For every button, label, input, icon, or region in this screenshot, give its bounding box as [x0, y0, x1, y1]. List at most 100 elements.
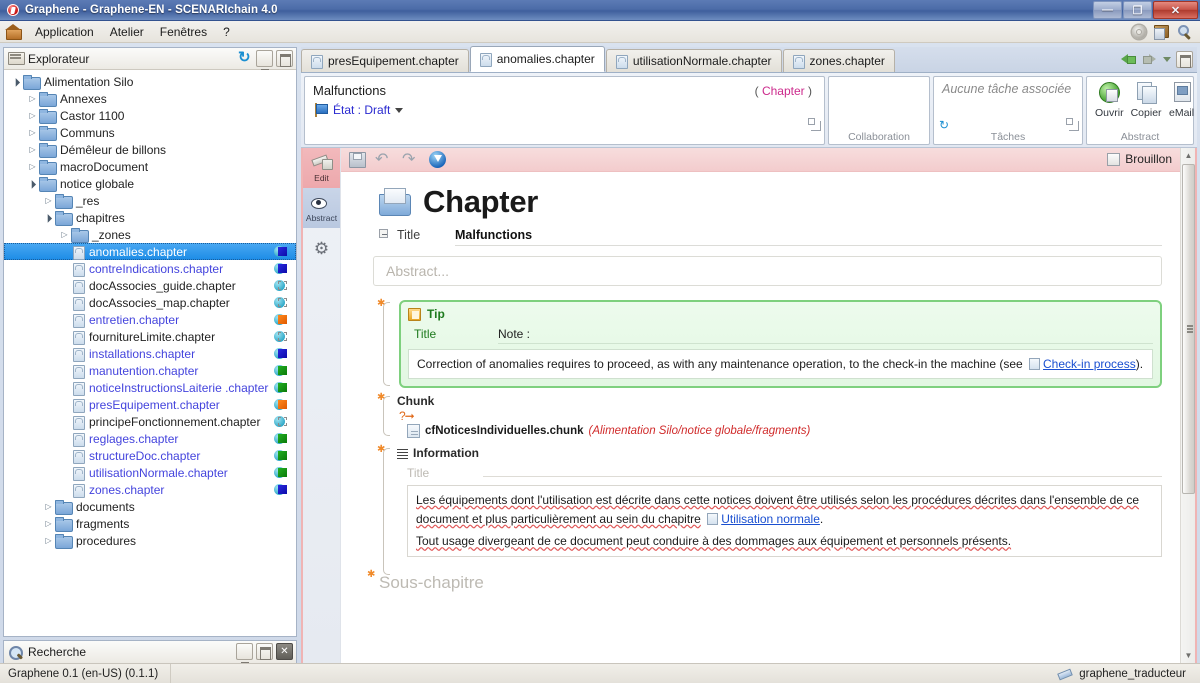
expand-corner-button[interactable] [808, 118, 821, 131]
forward-arrow-icon[interactable] [1140, 50, 1158, 68]
tab-settings[interactable] [303, 228, 340, 268]
chevron-down-icon[interactable] [10, 73, 23, 90]
chevron-right-icon[interactable] [42, 532, 55, 549]
editor-tab-bar[interactable]: presEquipement.chapter anomalies.chapter u… [301, 46, 1197, 73]
save-icon[interactable] [349, 152, 366, 168]
copy-action[interactable]: Copier [1131, 81, 1162, 119]
tree-file-row[interactable]: manutention.chapter [4, 362, 296, 379]
redo-icon[interactable] [402, 149, 419, 169]
tree-file-row[interactable]: installations.chapter [4, 345, 296, 362]
back-arrow-icon[interactable] [1119, 50, 1137, 68]
tree-file-row[interactable]: utilisationNormale.chapter [4, 464, 296, 481]
tree-file-row[interactable]: noticeInstructionsLaiterie .chapter [4, 379, 296, 396]
menu-item-atelier[interactable]: Atelier [102, 23, 152, 41]
chevron-right-icon[interactable] [26, 107, 39, 124]
chevron-right-icon[interactable] [26, 124, 39, 141]
chevron-right-icon[interactable] [58, 226, 71, 243]
tree-file-row[interactable]: fournitureLimite.chapter [4, 328, 296, 345]
tree-folder-row[interactable]: notice globale [4, 175, 296, 192]
menu-item-help[interactable]: ? [215, 23, 238, 41]
tip-container[interactable]: Tip Title Note : Correction of anomalies… [399, 300, 1162, 388]
utilisation-normale-link[interactable]: Utilisation normale [721, 512, 820, 526]
tab-edit[interactable]: Edit [303, 148, 340, 188]
menu-item-application[interactable]: Application [27, 23, 102, 41]
subchapter-placeholder-row[interactable]: ✱ Sous-chapitre [367, 569, 1162, 593]
state-row[interactable]: État : Draft [313, 103, 816, 117]
checkbox-box[interactable] [1107, 152, 1121, 166]
email-action[interactable]: eMail [1169, 81, 1195, 119]
undo-icon[interactable] [375, 149, 392, 169]
tab-abstract[interactable]: Abstract [303, 188, 340, 228]
maximize-icon[interactable] [276, 50, 293, 67]
chevron-right-icon[interactable] [26, 158, 39, 175]
editor-tab[interactable]: presEquipement.chapter [301, 49, 469, 72]
tip-body[interactable]: Correction of anomalies requires to proc… [408, 349, 1153, 379]
tree-folder-row[interactable]: _res [4, 192, 296, 209]
draft-checkbox[interactable]: Brouillon [1107, 152, 1172, 166]
editor-tab[interactable]: zones.chapter [782, 49, 895, 72]
search-icon[interactable] [1175, 23, 1194, 41]
minimize-button[interactable]: — [1093, 1, 1122, 19]
tree-file-row[interactable]: entretien.chapter [4, 311, 296, 328]
tree-folder-row[interactable]: Alimentation Silo [4, 73, 296, 90]
restore-button[interactable]: ❐ [1123, 1, 1152, 19]
chunk-reference-row[interactable]: cfNoticesIndividuelles.chunk (Alimentati… [407, 424, 1162, 438]
state-label[interactable]: État : Draft [333, 103, 390, 117]
title-field-value[interactable]: Malfunctions [455, 228, 1162, 246]
chevron-down-icon[interactable] [42, 209, 55, 226]
scroll-down-icon[interactable]: ▼ [1181, 648, 1196, 663]
chevron-right-icon[interactable] [42, 515, 55, 532]
tree-folder-row[interactable]: _zones [4, 226, 296, 243]
editor-tab[interactable]: utilisationNormale.chapter [605, 49, 782, 72]
window-controls[interactable]: — ❐ ✕ [1093, 1, 1198, 19]
tree-file-row[interactable]: structureDoc.chapter [4, 447, 296, 464]
tree-folder-row[interactable]: macroDocument [4, 158, 296, 175]
tree-folder-row[interactable]: Annexes [4, 90, 296, 107]
minimize-icon[interactable] [256, 50, 273, 70]
tree-file-row[interactable]: presEquipement.chapter [4, 396, 296, 413]
tree-file-row[interactable]: principeFonctionnement.chapter [4, 413, 296, 430]
chevron-down-icon[interactable] [26, 175, 39, 192]
tree-folder-row[interactable]: procedures [4, 532, 296, 549]
check-in-process-link[interactable]: Check-in process [1043, 357, 1136, 371]
tree-file-row[interactable]: docAssocies_guide.chapter [4, 277, 296, 294]
editor-vertical-scrollbar[interactable]: ▲ ▼ [1180, 148, 1195, 663]
tree-folder-row[interactable]: chapitres [4, 209, 296, 226]
refresh-icon[interactable] [238, 48, 253, 66]
information-body[interactable]: Les équipements dont l'utilisation est d… [407, 485, 1162, 557]
home-icon[interactable] [5, 24, 22, 40]
close-icon[interactable] [276, 643, 293, 660]
tip-title-value[interactable]: Note : [498, 327, 1153, 344]
maximize-icon[interactable] [256, 643, 273, 660]
close-button[interactable]: ✕ [1153, 1, 1198, 19]
expand-corner-button[interactable] [1066, 118, 1079, 131]
collapse-toggle-icon[interactable] [379, 229, 388, 238]
chevron-down-icon[interactable] [1161, 50, 1173, 68]
info-icon[interactable] [429, 151, 446, 168]
tree-folder-row[interactable]: Démêleur de billons [4, 141, 296, 158]
gear-icon[interactable] [1129, 23, 1148, 41]
restore-icon[interactable] [1176, 50, 1193, 68]
editor-tab[interactable]: anomalies.chapter [469, 46, 605, 72]
project-tree[interactable]: Alimentation Silo Annexes Castor 1100 Commu… [4, 70, 296, 636]
tree-folder-row[interactable]: documents [4, 498, 296, 515]
refresh-icon[interactable]: ↻ [939, 118, 949, 132]
minimize-icon[interactable] [236, 643, 253, 663]
chevron-down-icon[interactable] [395, 107, 404, 113]
open-action[interactable]: Ouvrir [1095, 81, 1124, 119]
document-canvas[interactable]: Chapter Title Malfunctions Abstract... ✱… [341, 172, 1180, 663]
tree-file-row[interactable]: zones.chapter [4, 481, 296, 498]
tree-folder-row[interactable]: fragments [4, 515, 296, 532]
chevron-right-icon[interactable] [42, 192, 55, 209]
tree-folder-row[interactable]: Castor 1100 [4, 107, 296, 124]
scrollbar-thumb[interactable] [1182, 164, 1195, 494]
tree-folder-row[interactable]: Communs [4, 124, 296, 141]
tree-file-row[interactable]: reglages.chapter [4, 430, 296, 447]
chevron-right-icon[interactable] [26, 90, 39, 107]
workshop-icon[interactable] [1152, 23, 1171, 41]
information-title-value[interactable] [483, 465, 1162, 477]
tree-file-row[interactable]: contreIndications.chapter [4, 260, 296, 277]
tree-file-row[interactable]: anomalies.chapter [4, 243, 296, 260]
chevron-right-icon[interactable] [42, 498, 55, 515]
scroll-up-icon[interactable]: ▲ [1181, 148, 1196, 163]
